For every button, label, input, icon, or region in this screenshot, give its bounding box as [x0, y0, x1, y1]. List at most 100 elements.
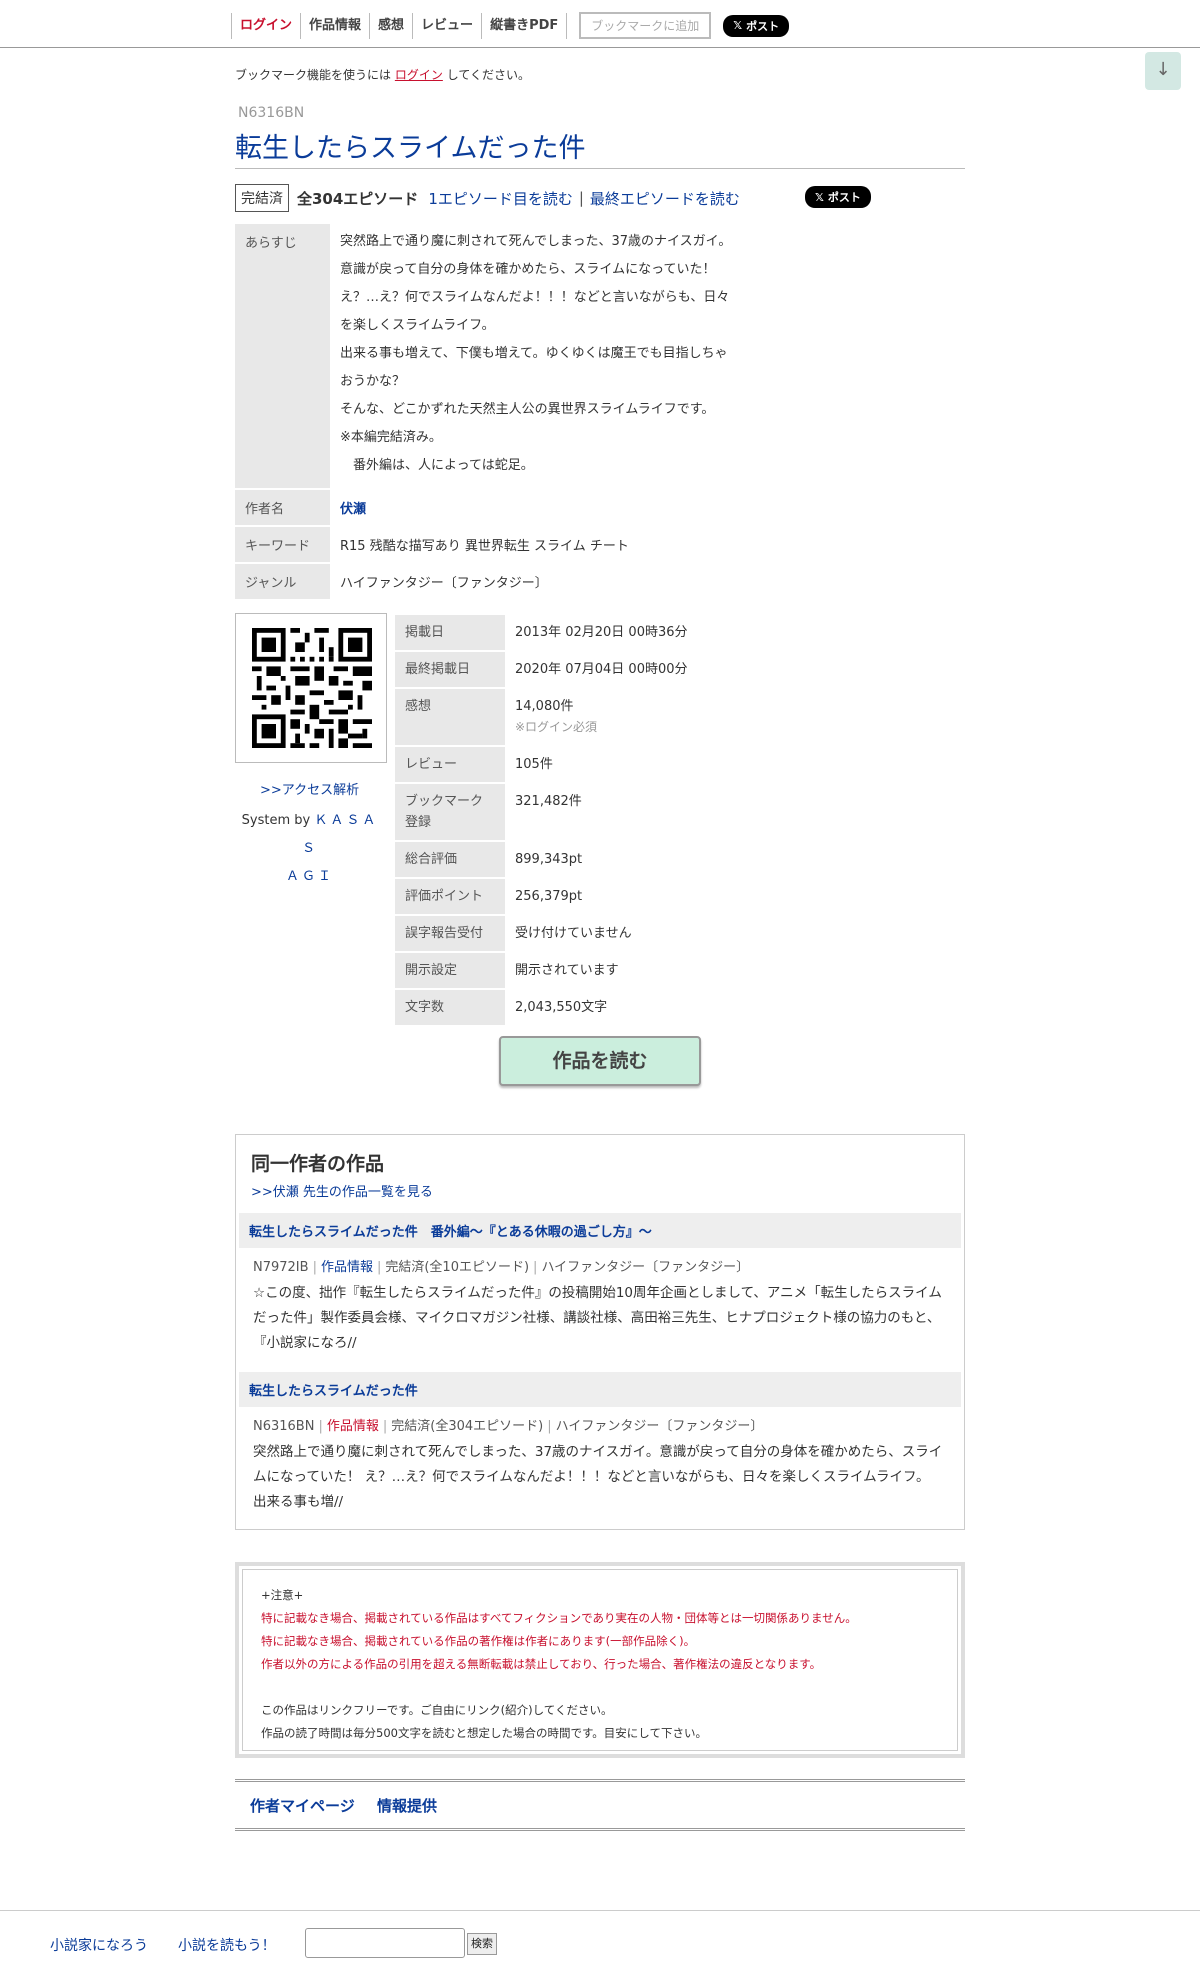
synopsis-line: おうかな？ — [340, 374, 406, 389]
work-status: 完結済(全304エピソード) — [391, 1419, 544, 1434]
stat-row: 開示設定 開示されています — [395, 951, 745, 988]
synopsis-label: あらすじ — [235, 224, 330, 488]
x-post-button[interactable]: 𝕏 ポスト — [723, 14, 790, 37]
genre-label: ジャンル — [235, 564, 330, 599]
last-episode-link[interactable]: 最終エピソードを読む — [590, 188, 740, 209]
first-episode-link[interactable]: 1エピソード目を読む — [428, 188, 573, 209]
stat-label: 評価ポイント — [395, 879, 505, 914]
work-ncode: N6316BN — [253, 1419, 315, 1434]
stat-row: レビュー 105件 — [395, 745, 745, 782]
work-title-link[interactable]: 転生したらスライムだった件 — [249, 1384, 418, 1399]
author-works-list-link[interactable]: >>伏瀬 先生の作品一覧を見る — [251, 1181, 433, 1200]
stat-label: レビュー — [395, 747, 505, 782]
work-item: 転生したらスライムだった件 N6316BN | 作品情報 | 完結済(全304エピソード… — [239, 1372, 961, 1521]
caution-line: 作者以外の方による作品の引用を超える無断転載は禁止しており、行った場合、著作権法… — [261, 1657, 822, 1671]
qr-code — [235, 613, 387, 763]
synopsis-text: 突然路上で通り魔に刺されて死んでしまった、37歳のナイスガイ。 意識が戻って自分… — [330, 224, 770, 488]
work-meta: N6316BN | 作品情報 | 完結済(全304エピソード) | ハイファンタジー〔ファン… — [253, 1419, 764, 1434]
author-row: 作者名 伏瀬 — [235, 488, 965, 525]
work-genre: ハイファンタジー〔ファンタジー〕 — [541, 1260, 750, 1275]
nav-work-info[interactable]: 作品情報 — [300, 12, 369, 39]
yomou-link[interactable]: 小説を読もう！ — [178, 1935, 276, 1955]
synopsis-line: を楽しくスライムライフ。 — [340, 318, 495, 333]
synopsis-line: 意識が戻って自分の身体を確かめたら、スライムになっていた！ — [340, 262, 716, 277]
stats-table: 掲載日 2013年 02月20日 00時36分 最終掲載日 2020年 07月04日… — [395, 613, 745, 1025]
title-divider — [235, 168, 965, 169]
qr-code-icon — [252, 628, 372, 748]
caution-line: 特に記載なき場合、掲載されている作品の著作権は作者にあります(一部作品除く)。 — [261, 1634, 696, 1648]
stat-value: 2013年 02月20日 00時36分 — [515, 625, 688, 640]
search-input[interactable] — [305, 1928, 465, 1958]
x-post-label: ポスト — [827, 191, 861, 204]
stat-row: 評価ポイント 256,379pt — [395, 877, 745, 914]
top-nav: ログイン 作品情報 感想 レビュー 縦書きPDF ブックマークに追加 𝕏 ポスト — [0, 0, 1200, 48]
nav-review[interactable]: レビュー — [412, 12, 481, 39]
stat-value: 256,379pt — [515, 889, 583, 904]
synopsis-line: 番外編は、人によっては蛇足。 — [340, 458, 534, 473]
work-description: ☆この度、拙作『転生したらスライムだった件』の投稿開始10周年企画としまして、ア… — [253, 1285, 942, 1351]
narou-home-link[interactable]: 小説家になろう — [50, 1935, 148, 1955]
scroll-down-button[interactable]: ↓ — [1145, 52, 1181, 90]
genre: ハイファンタジー〔ファンタジー〕 — [340, 576, 548, 591]
caution-line: 特に記載なき場合、掲載されている作品はすべてフィクションであり実在の人物・団体等… — [261, 1611, 857, 1625]
synopsis-line: ※本編完結済み。 — [340, 430, 442, 445]
keyword-row: キーワード R15 残酷な描写あり 異世界転生 スライム チート — [235, 525, 965, 562]
nav-vertical-pdf[interactable]: 縦書きPDF — [481, 12, 568, 39]
stat-label: 掲載日 — [395, 615, 505, 650]
stat-row: 誤字報告受付 受け付けていません — [395, 914, 745, 951]
ncode: N6316BN — [238, 105, 305, 121]
x-logo-icon: 𝕏 — [733, 19, 743, 32]
kasasagi-link-2[interactable]: ＡＧＩ — [286, 869, 334, 884]
stat-label: 最終掲載日 — [395, 652, 505, 687]
caution-box: +注意+ 特に記載なき場合、掲載されている作品はすべてフィクションであり実在の人… — [235, 1562, 965, 1758]
stat-row: ブックマーク登録 321,482件 — [395, 782, 745, 840]
stat-label: 開示設定 — [395, 953, 505, 988]
work-description: 突然路上で通り魔に刺されて死んでしまった、37歳のナイスガイ。意識が戻って自分の… — [253, 1444, 943, 1510]
system-by: System by ＫＡＳＡＳ ＡＧＩ — [240, 807, 380, 891]
notice-login-link[interactable]: ログイン — [395, 68, 443, 82]
stat-value: 899,343pt — [515, 852, 583, 867]
x-post-label: ポスト — [746, 19, 780, 33]
synopsis-row: あらすじ 突然路上で通り魔に刺されて死んでしまった、37歳のナイスガイ。 意識が… — [235, 222, 965, 488]
stat-value: 105件 — [515, 757, 553, 772]
synopsis-line: 突然路上で通り魔に刺されて死んでしまった、37歳のナイスガイ。 — [340, 234, 732, 249]
author-mypage-link[interactable]: 作者マイページ — [250, 1795, 355, 1816]
notice-suffix: してください。 — [446, 68, 530, 82]
login-required-note: ※ログイン必須 — [515, 720, 598, 734]
nav-login[interactable]: ログイン — [231, 12, 300, 39]
x-post-button-2[interactable]: 𝕏 ポスト — [805, 186, 871, 208]
stat-value: 2020年 07月04日 00時00分 — [515, 662, 688, 677]
stat-value: 2,043,550文字 — [515, 1000, 608, 1015]
work-info-link[interactable]: 作品情報 — [321, 1260, 373, 1275]
keywords: R15 残酷な描写あり 異世界転生 スライム チート — [340, 539, 629, 554]
kasasagi-link[interactable]: ＫＡＳＡＳ — [302, 813, 378, 856]
report-info-link[interactable]: 情報提供 — [377, 1795, 437, 1816]
link-separator: | — [578, 189, 584, 207]
caution-note: 作品の読了時間は毎分500文字を読むと想定した場合の時間です。目安にして下さい。 — [261, 1726, 707, 1740]
stat-row: 文字数 2,043,550文字 — [395, 988, 745, 1025]
top-nav-menu: ログイン 作品情報 感想 レビュー 縦書きPDF ブックマークに追加 𝕏 ポスト — [231, 12, 790, 39]
bookmark-notice: ブックマーク機能を使うには ログイン してください。 — [235, 66, 530, 83]
stat-label: 感想 — [395, 689, 505, 745]
novel-info-table: あらすじ 突然路上で通り魔に刺されて死んでしまった、37歳のナイスガイ。 意識が… — [235, 222, 965, 599]
read-work-button[interactable]: 作品を読む — [499, 1036, 701, 1086]
work-item: 転生したらスライムだった件 番外編～『とある休暇の過ごし方』～ N7972IB |… — [239, 1213, 961, 1362]
work-title-link[interactable]: 転生したらスライムだった件 番外編～『とある休暇の過ごし方』～ — [249, 1225, 652, 1240]
search-button[interactable]: 検索 — [467, 1933, 497, 1955]
author-label: 作者名 — [235, 490, 330, 525]
work-status: 完結済(全10エピソード) — [385, 1260, 530, 1275]
status-badge: 完結済 — [235, 184, 289, 212]
author-link[interactable]: 伏瀬 — [340, 502, 366, 517]
caution-heading: +注意+ — [261, 1588, 304, 1602]
notice-prefix: ブックマーク機能を使うには — [235, 68, 392, 82]
nav-impressions[interactable]: 感想 — [369, 12, 412, 39]
bookmark-add-button[interactable]: ブックマークに追加 — [579, 12, 712, 39]
work-genre: ハイファンタジー〔ファンタジー〕 — [555, 1419, 764, 1434]
stat-row: 最終掲載日 2020年 07月04日 00時00分 — [395, 650, 745, 687]
novel-title: 転生したらスライムだった件 — [235, 133, 586, 164]
episode-status-line: 完結済 全304エピソード 1エピソード目を読む | 最終エピソードを読む — [235, 184, 740, 212]
genre-row: ジャンル ハイファンタジー〔ファンタジー〕 — [235, 562, 965, 599]
access-analysis-link[interactable]: >>アクセス解析 — [260, 779, 359, 798]
work-info-link[interactable]: 作品情報 — [327, 1419, 379, 1434]
x-logo-icon: 𝕏 — [815, 190, 824, 204]
